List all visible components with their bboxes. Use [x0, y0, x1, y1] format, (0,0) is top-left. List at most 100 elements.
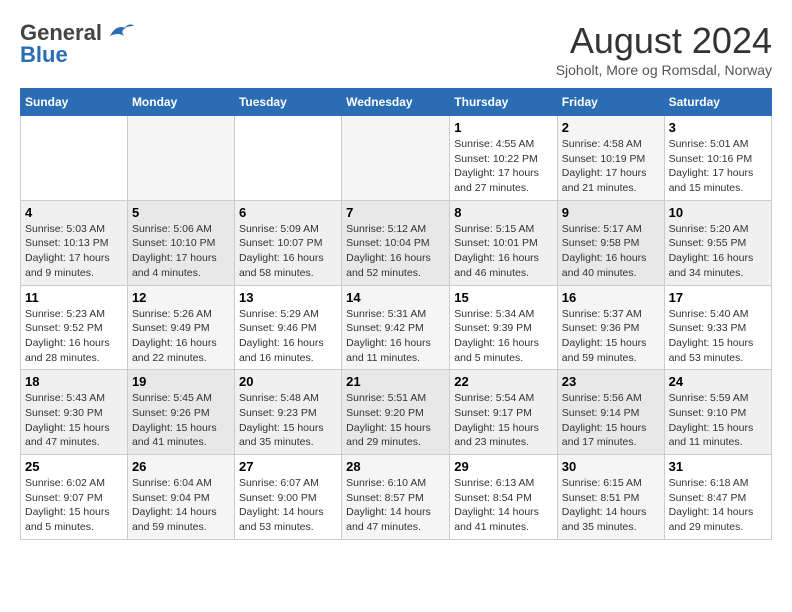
calendar-cell: [234, 116, 341, 201]
calendar-cell: 5Sunrise: 5:06 AM Sunset: 10:10 PM Dayli…: [127, 200, 234, 285]
calendar-cell: 8Sunrise: 5:15 AM Sunset: 10:01 PM Dayli…: [450, 200, 558, 285]
day-number: 27: [239, 459, 337, 474]
day-number: 5: [132, 205, 230, 220]
calendar-week-row: 25 Sunrise: 6:02 AM Sunset: 9:07 PM Dayli…: [21, 455, 772, 540]
calendar-cell: 16Sunrise: 5:37 AM Sunset: 9:36 PM Dayli…: [557, 285, 664, 370]
calendar-week-row: 4 Sunrise: 5:03 AM Sunset: 10:13 PM Dayli…: [21, 200, 772, 285]
day-number: 7: [346, 205, 445, 220]
calendar-cell: 21 Sunrise: 5:51 AM Sunset: 9:20 PM Dayli…: [342, 370, 450, 455]
day-number: 14: [346, 290, 445, 305]
calendar-cell: 14Sunrise: 5:31 AM Sunset: 9:42 PM Dayli…: [342, 285, 450, 370]
logo-bird-icon: [106, 22, 134, 44]
calendar-cell: 7 Sunrise: 5:12 AM Sunset: 10:04 PM Dayli…: [342, 200, 450, 285]
calendar-cell: 28Sunrise: 6:10 AM Sunset: 8:57 PM Dayli…: [342, 455, 450, 540]
day-number: 12: [132, 290, 230, 305]
calendar-cell: 10Sunrise: 5:20 AM Sunset: 9:55 PM Dayli…: [664, 200, 771, 285]
day-number: 31: [669, 459, 767, 474]
day-info: Sunrise: 6:02 AM Sunset: 9:07 PM Dayligh…: [25, 476, 123, 535]
calendar-cell: [21, 116, 128, 201]
calendar-cell: 1Sunrise: 4:55 AM Sunset: 10:22 PM Dayli…: [450, 116, 558, 201]
calendar-cell: 31 Sunrise: 6:18 AM Sunset: 8:47 PM Dayli…: [664, 455, 771, 540]
day-number: 13: [239, 290, 337, 305]
day-info: Sunrise: 5:12 AM Sunset: 10:04 PM Daylig…: [346, 222, 445, 281]
day-number: 3: [669, 120, 767, 135]
calendar-cell: 23 Sunrise: 5:56 AM Sunset: 9:14 PM Dayli…: [557, 370, 664, 455]
day-info: Sunrise: 5:59 AM Sunset: 9:10 PM Dayligh…: [669, 391, 767, 450]
day-number: 30: [562, 459, 660, 474]
day-number: 24: [669, 374, 767, 389]
day-number: 22: [454, 374, 553, 389]
day-info: Sunrise: 5:01 AM Sunset: 10:16 PM Daylig…: [669, 137, 767, 196]
calendar-cell: [342, 116, 450, 201]
header-day-tuesday: Tuesday: [234, 89, 341, 116]
day-number: 4: [25, 205, 123, 220]
day-info: Sunrise: 5:26 AM Sunset: 9:49 PM Dayligh…: [132, 307, 230, 366]
day-info: Sunrise: 5:29 AM Sunset: 9:46 PM Dayligh…: [239, 307, 337, 366]
calendar-cell: 2 Sunrise: 4:58 AM Sunset: 10:19 PM Dayli…: [557, 116, 664, 201]
day-number: 23: [562, 374, 660, 389]
calendar-cell: 9Sunrise: 5:17 AM Sunset: 9:58 PM Daylig…: [557, 200, 664, 285]
calendar-cell: 18 Sunrise: 5:43 AM Sunset: 9:30 PM Dayli…: [21, 370, 128, 455]
day-number: 11: [25, 290, 123, 305]
day-info: Sunrise: 5:56 AM Sunset: 9:14 PM Dayligh…: [562, 391, 660, 450]
header-day-sunday: Sunday: [21, 89, 128, 116]
day-number: 26: [132, 459, 230, 474]
day-number: 18: [25, 374, 123, 389]
day-info: Sunrise: 5:37 AM Sunset: 9:36 PM Dayligh…: [562, 307, 660, 366]
day-number: 25: [25, 459, 123, 474]
day-info: Sunrise: 5:03 AM Sunset: 10:13 PM Daylig…: [25, 222, 123, 281]
month-title: August 2024: [556, 20, 772, 62]
calendar-cell: 11Sunrise: 5:23 AM Sunset: 9:52 PM Dayli…: [21, 285, 128, 370]
calendar-cell: 22 Sunrise: 5:54 AM Sunset: 9:17 PM Dayli…: [450, 370, 558, 455]
header-day-saturday: Saturday: [664, 89, 771, 116]
calendar-cell: 12 Sunrise: 5:26 AM Sunset: 9:49 PM Dayli…: [127, 285, 234, 370]
header-day-monday: Monday: [127, 89, 234, 116]
day-number: 9: [562, 205, 660, 220]
header-day-wednesday: Wednesday: [342, 89, 450, 116]
calendar-cell: 25 Sunrise: 6:02 AM Sunset: 9:07 PM Dayli…: [21, 455, 128, 540]
calendar-cell: 24 Sunrise: 5:59 AM Sunset: 9:10 PM Dayli…: [664, 370, 771, 455]
day-info: Sunrise: 6:04 AM Sunset: 9:04 PM Dayligh…: [132, 476, 230, 535]
day-info: Sunrise: 5:51 AM Sunset: 9:20 PM Dayligh…: [346, 391, 445, 450]
day-info: Sunrise: 6:13 AM Sunset: 8:54 PM Dayligh…: [454, 476, 553, 535]
calendar-cell: 17Sunrise: 5:40 AM Sunset: 9:33 PM Dayli…: [664, 285, 771, 370]
calendar-table: SundayMondayTuesdayWednesdayThursdayFrid…: [20, 88, 772, 540]
calendar-week-row: 11Sunrise: 5:23 AM Sunset: 9:52 PM Dayli…: [21, 285, 772, 370]
calendar-header-row: SundayMondayTuesdayWednesdayThursdayFrid…: [21, 89, 772, 116]
day-info: Sunrise: 5:54 AM Sunset: 9:17 PM Dayligh…: [454, 391, 553, 450]
calendar-cell: 15 Sunrise: 5:34 AM Sunset: 9:39 PM Dayli…: [450, 285, 558, 370]
day-info: Sunrise: 4:58 AM Sunset: 10:19 PM Daylig…: [562, 137, 660, 196]
day-info: Sunrise: 6:18 AM Sunset: 8:47 PM Dayligh…: [669, 476, 767, 535]
logo: General Blue: [20, 20, 134, 68]
calendar-cell: 19 Sunrise: 5:45 AM Sunset: 9:26 PM Dayli…: [127, 370, 234, 455]
calendar-cell: 20 Sunrise: 5:48 AM Sunset: 9:23 PM Dayli…: [234, 370, 341, 455]
calendar-cell: 13 Sunrise: 5:29 AM Sunset: 9:46 PM Dayli…: [234, 285, 341, 370]
day-info: Sunrise: 5:34 AM Sunset: 9:39 PM Dayligh…: [454, 307, 553, 366]
day-info: Sunrise: 5:45 AM Sunset: 9:26 PM Dayligh…: [132, 391, 230, 450]
day-number: 15: [454, 290, 553, 305]
day-number: 1: [454, 120, 553, 135]
day-info: Sunrise: 5:43 AM Sunset: 9:30 PM Dayligh…: [25, 391, 123, 450]
page-header: General Blue August 2024 Sjoholt, More o…: [20, 20, 772, 78]
calendar-cell: 30Sunrise: 6:15 AM Sunset: 8:51 PM Dayli…: [557, 455, 664, 540]
day-number: 8: [454, 205, 553, 220]
calendar-week-row: 1Sunrise: 4:55 AM Sunset: 10:22 PM Dayli…: [21, 116, 772, 201]
day-info: Sunrise: 5:09 AM Sunset: 10:07 PM Daylig…: [239, 222, 337, 281]
title-section: August 2024 Sjoholt, More og Romsdal, No…: [556, 20, 772, 78]
day-number: 19: [132, 374, 230, 389]
calendar-week-row: 18 Sunrise: 5:43 AM Sunset: 9:30 PM Dayli…: [21, 370, 772, 455]
location-text: Sjoholt, More og Romsdal, Norway: [556, 62, 772, 78]
day-info: Sunrise: 5:48 AM Sunset: 9:23 PM Dayligh…: [239, 391, 337, 450]
calendar-cell: 27Sunrise: 6:07 AM Sunset: 9:00 PM Dayli…: [234, 455, 341, 540]
day-number: 21: [346, 374, 445, 389]
calendar-cell: 6 Sunrise: 5:09 AM Sunset: 10:07 PM Dayli…: [234, 200, 341, 285]
header-day-thursday: Thursday: [450, 89, 558, 116]
calendar-cell: 29Sunrise: 6:13 AM Sunset: 8:54 PM Dayli…: [450, 455, 558, 540]
day-info: Sunrise: 6:10 AM Sunset: 8:57 PM Dayligh…: [346, 476, 445, 535]
day-number: 6: [239, 205, 337, 220]
calendar-cell: 3 Sunrise: 5:01 AM Sunset: 10:16 PM Dayli…: [664, 116, 771, 201]
day-info: Sunrise: 5:40 AM Sunset: 9:33 PM Dayligh…: [669, 307, 767, 366]
day-number: 20: [239, 374, 337, 389]
day-number: 10: [669, 205, 767, 220]
day-number: 2: [562, 120, 660, 135]
